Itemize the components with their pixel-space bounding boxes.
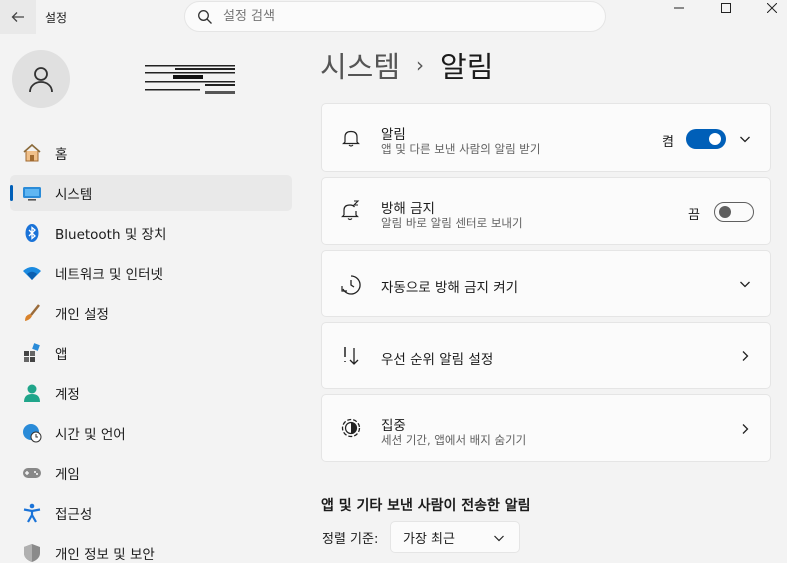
chevron-right-icon[interactable]: [738, 349, 752, 363]
shield-icon: [22, 543, 42, 563]
back-button[interactable]: [0, 0, 36, 34]
search-icon: [198, 9, 212, 24]
priority-title: 우선 순위 알림 설정: [381, 352, 494, 368]
sidebar-item-apps[interactable]: 앱: [10, 335, 292, 371]
notifications-toggle[interactable]: [686, 129, 726, 149]
minimize-button[interactable]: [656, 0, 702, 16]
sidebar-item-label: 시스템: [55, 187, 93, 203]
wifi-icon: [22, 263, 42, 283]
bluetooth-icon: [22, 223, 42, 243]
bell-snooze-icon: [340, 200, 362, 222]
account-icon: [22, 383, 42, 403]
user-icon: [29, 67, 53, 93]
focus-subtitle: 세션 기간, 앱에서 배지 숨기기: [381, 433, 527, 447]
auto-dnd-title: 자동으로 방해 금지 켜기: [381, 280, 519, 296]
breadcrumb-separator: ›: [416, 53, 425, 77]
close-icon: [767, 3, 777, 13]
dnd-title: 방해 금지: [381, 201, 435, 217]
apps-icon: [22, 343, 42, 363]
sort-label: 정렬 기준:: [322, 532, 379, 547]
minimize-icon: [674, 7, 684, 9]
sidebar-item-label: Bluetooth 및 장치: [55, 227, 167, 243]
sidebar-item-bluetooth[interactable]: Bluetooth 및 장치: [10, 215, 292, 251]
dnd-subtitle: 알림 바로 알림 센터로 보내기: [381, 216, 523, 230]
title-bar: 설정: [0, 0, 787, 34]
page-title: 알림: [440, 50, 494, 84]
chevron-down-icon[interactable]: [738, 132, 752, 146]
notifications-toggle-label: 켬: [662, 135, 674, 150]
system-monitor-icon: [22, 183, 42, 203]
sidebar-item-privacy[interactable]: 개인 정보 및 보안: [10, 535, 292, 563]
sort-dropdown[interactable]: 가장 최근: [390, 521, 520, 553]
section-header: 앱 및 기타 보낸 사람이 전송한 알림: [321, 498, 531, 514]
brush-icon: [22, 303, 42, 323]
home-icon: [22, 143, 42, 163]
sidebar-item-label: 접근성: [55, 507, 93, 523]
sidebar-item-label: 네트워크 및 인터넷: [55, 267, 163, 283]
clock-icon: [340, 274, 362, 296]
sidebar-item-label: 게임: [55, 467, 80, 483]
avatar[interactable]: [12, 50, 70, 108]
close-button[interactable]: [749, 0, 787, 16]
sidebar-item-label: 앱: [55, 347, 68, 363]
focus-card[interactable]: 집중 세션 기간, 앱에서 배지 숨기기: [321, 394, 771, 462]
dnd-toggle[interactable]: [714, 202, 754, 222]
back-arrow-icon: [11, 12, 24, 22]
sidebar-item-accessibility[interactable]: 접근성: [10, 495, 292, 531]
notifications-subtitle: 앱 및 다른 보낸 사람의 알림 받기: [381, 142, 541, 156]
notifications-title: 알림: [381, 127, 406, 143]
sidebar-item-label: 개인 설정: [55, 307, 109, 323]
chevron-down-icon[interactable]: [738, 277, 752, 291]
focus-title: 집중: [381, 418, 406, 434]
chevron-right-icon[interactable]: [738, 422, 752, 436]
sidebar-item-network[interactable]: 네트워크 및 인터넷: [10, 255, 292, 291]
sidebar-item-label: 개인 정보 및 보안: [55, 547, 155, 563]
sidebar-nav: 홈 시스템 Bluetooth 및 장치 네트워크 및 인터넷 개인 설정 앱 …: [10, 135, 292, 563]
globe-clock-icon: [22, 423, 42, 443]
accessibility-icon: [22, 503, 42, 523]
breadcrumb-parent[interactable]: 시스템: [320, 44, 400, 86]
auto-dnd-card[interactable]: 자동으로 방해 금지 켜기: [321, 250, 771, 317]
dnd-toggle-label: 끔: [688, 208, 700, 223]
bell-icon: [340, 127, 362, 149]
sidebar-item-personalization[interactable]: 개인 설정: [10, 295, 292, 331]
sidebar-item-home[interactable]: 홈: [10, 135, 292, 171]
notifications-card[interactable]: 알림 앱 및 다른 보낸 사람의 알림 받기 켬: [321, 103, 771, 172]
do-not-disturb-card: 방해 금지 알림 바로 알림 센터로 보내기 끔: [321, 177, 771, 245]
maximize-button[interactable]: [703, 0, 749, 16]
gamepad-icon: [22, 463, 42, 483]
sidebar-item-label: 홈: [55, 147, 68, 163]
sidebar-item-system[interactable]: 시스템: [10, 175, 292, 211]
breadcrumb: 시스템 › 알림: [320, 44, 493, 86]
focus-icon: [340, 417, 362, 439]
app-title: 설정: [45, 11, 68, 25]
redacted-user-name: [145, 65, 235, 94]
search-box[interactable]: [184, 1, 606, 32]
priority-notifications-card[interactable]: 우선 순위 알림 설정: [321, 322, 771, 389]
sidebar-item-label: 계정: [55, 387, 80, 403]
sidebar-item-label: 시간 및 언어: [55, 427, 126, 443]
chevron-down-icon: [493, 532, 505, 548]
sort-dropdown-value: 가장 최근: [403, 531, 455, 547]
sidebar-item-accounts[interactable]: 계정: [10, 375, 292, 411]
priority-sort-icon: [340, 345, 362, 367]
sidebar-item-gaming[interactable]: 게임: [10, 455, 292, 491]
sidebar-item-time-language[interactable]: 시간 및 언어: [10, 415, 292, 451]
maximize-icon: [721, 3, 731, 13]
search-input[interactable]: [223, 9, 583, 24]
